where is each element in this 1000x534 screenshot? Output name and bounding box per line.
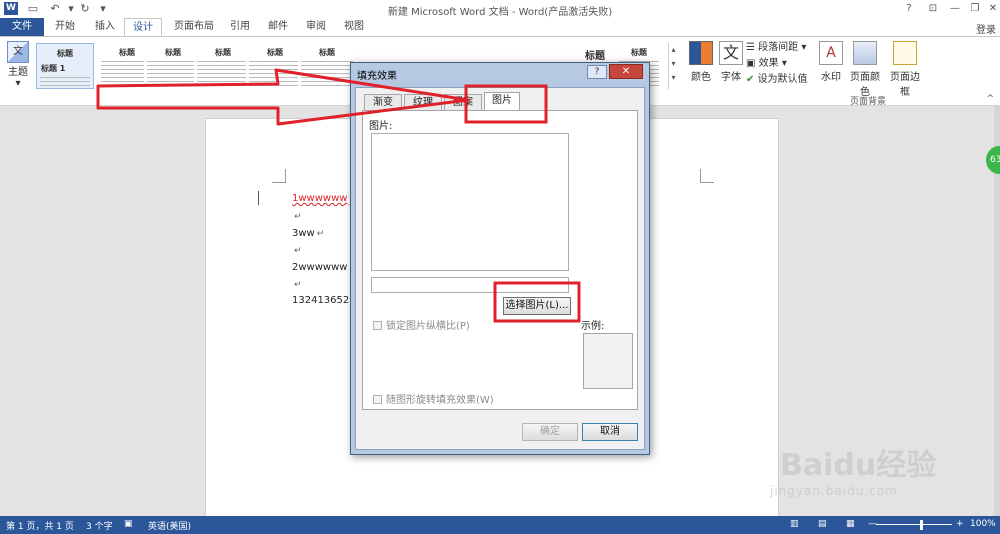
sample-preview: [583, 333, 633, 389]
tab-home[interactable]: 开始: [46, 18, 84, 36]
themes-button[interactable]: 文 主题 ▾: [4, 41, 32, 103]
tab-gradient[interactable]: 渐变: [364, 94, 402, 110]
style-set-thumbnail[interactable]: 标题: [298, 43, 356, 89]
colors-button[interactable]: 颜色: [684, 41, 718, 101]
style-set-thumbnail[interactable]: 标题: [246, 43, 304, 89]
sample-label: 示例:: [581, 321, 605, 332]
title-bar: W ▭ ↶ ▾ ↻ ▾ 新建 Microsoft Word 文档 - Word(…: [0, 0, 1000, 18]
tab-design[interactable]: 设计: [124, 18, 162, 36]
tab-page-layout[interactable]: 页面布局: [166, 18, 222, 36]
fill-effects-dialog: 填充效果 ? ✕ 渐变 纹理 图案 图片 图片: 选择图片(L)... 锁定图片…: [350, 62, 650, 455]
tab-texture[interactable]: 纹理: [404, 94, 442, 110]
zoom-in-button[interactable]: +: [956, 519, 964, 529]
tab-review[interactable]: 审阅: [298, 18, 334, 36]
print-layout-icon[interactable]: ▤: [818, 519, 827, 529]
dialog-body: 渐变 纹理 图案 图片 图片: 选择图片(L)... 锁定图片纵横比(P) 示例…: [355, 87, 645, 450]
document-line[interactable]: ↵: [292, 245, 302, 256]
document-line[interactable]: 1wwwwww↵: [292, 193, 357, 204]
zoom-level[interactable]: 100%: [970, 519, 996, 529]
watermark-icon: A: [819, 41, 843, 65]
status-bar: 第 1 页，共 1 页 3 个字 ▣ 英语(美国) ▥ ▤ ▦ — + 100%: [0, 516, 1000, 534]
word-count[interactable]: 3 个字: [86, 519, 113, 532]
document-line[interactable]: 3ww ↵: [292, 228, 324, 239]
picture-tab-panel: 图片: 选择图片(L)... 锁定图片纵横比(P) 示例: 随图形旋转填充效果(…: [362, 110, 638, 410]
style-set-thumbnail[interactable]: 标题 标题 1: [36, 43, 94, 89]
dialog-help-button[interactable]: ?: [587, 65, 607, 79]
zoom-slider[interactable]: [876, 524, 952, 525]
page-color-button[interactable]: 页面颜色: [846, 41, 884, 101]
language-indicator[interactable]: 英语(美国): [148, 519, 191, 532]
colors-icon: [689, 41, 713, 65]
watermark-button[interactable]: A 水印: [814, 41, 848, 101]
paragraph-spacing-icon: ☰: [746, 42, 759, 53]
set-as-default-button[interactable]: ✔ 设为默认值: [746, 73, 808, 87]
document-line[interactable]: 132413652↵: [292, 295, 359, 306]
tab-view[interactable]: 视图: [336, 18, 372, 36]
tab-insert[interactable]: 插入: [86, 18, 124, 36]
picture-preview: [371, 133, 569, 271]
tab-pattern[interactable]: 图案: [444, 94, 482, 110]
effects-icon: ▣: [746, 58, 759, 69]
rotate-with-shape-checkbox[interactable]: 随图形旋转填充效果(W): [373, 395, 494, 407]
page-borders-icon: [893, 41, 917, 65]
ok-button[interactable]: 确定: [522, 423, 578, 441]
minimize-button[interactable]: —: [944, 1, 966, 17]
read-mode-icon[interactable]: ▥: [790, 519, 799, 529]
sign-in-link[interactable]: 登录: [976, 21, 996, 36]
lock-aspect-ratio-checkbox[interactable]: 锁定图片纵横比(P): [373, 321, 470, 333]
document-line[interactable]: ↵: [292, 279, 302, 290]
dialog-title: 填充效果: [357, 71, 397, 82]
paragraph-spacing-button[interactable]: ☰ 段落间距 ▾: [746, 41, 806, 55]
chevron-down-icon: ▾: [15, 78, 21, 89]
crop-mark: [700, 169, 714, 183]
proofing-icon[interactable]: ▣: [124, 519, 133, 529]
cancel-button[interactable]: 取消: [582, 423, 638, 441]
ribbon-display-options-button[interactable]: ⊡: [922, 1, 944, 17]
tab-file[interactable]: 文件: [0, 18, 44, 36]
themes-label: 主题: [8, 67, 28, 78]
tab-picture[interactable]: 图片: [484, 92, 520, 111]
picture-name-field: [371, 277, 569, 293]
collapse-ribbon-icon[interactable]: ^: [986, 94, 994, 104]
crop-mark: [272, 169, 286, 183]
text-cursor: [258, 191, 259, 205]
checkbox-icon: [373, 395, 382, 404]
ribbon-tabs: 文件 开始 插入 设计 页面布局 引用 邮件 审阅 视图 登录: [0, 18, 1000, 36]
help-button[interactable]: ?: [898, 1, 920, 17]
page-borders-button[interactable]: 页面边框: [886, 41, 924, 101]
fonts-button[interactable]: 文 字体: [714, 41, 748, 101]
document-line[interactable]: 2wwwwww↵: [292, 262, 357, 273]
dialog-close-button[interactable]: ✕: [609, 64, 643, 79]
checkbox-icon: [373, 321, 382, 330]
close-button[interactable]: ✕: [982, 1, 1000, 17]
web-layout-icon[interactable]: ▦: [846, 519, 855, 529]
tab-mailings[interactable]: 邮件: [260, 18, 296, 36]
zoom-slider-thumb[interactable]: [920, 520, 923, 530]
picture-label: 图片:: [369, 121, 393, 132]
window-title: 新建 Microsoft Word 文档 - Word(产品激活失败): [387, 7, 613, 18]
tab-references[interactable]: 引用: [222, 18, 258, 36]
select-picture-button[interactable]: 选择图片(L)...: [503, 297, 571, 315]
style-set-thumbnail[interactable]: 标题: [194, 43, 252, 89]
page-color-icon: [853, 41, 877, 65]
effects-button[interactable]: ▣ 效果 ▾: [746, 57, 787, 71]
themes-icon: 文: [7, 41, 29, 63]
page-info[interactable]: 第 1 页，共 1 页: [6, 519, 74, 532]
document-line[interactable]: ↵: [292, 211, 302, 222]
checkmark-icon: ✔: [746, 74, 758, 85]
fonts-icon: 文: [719, 41, 743, 65]
style-gallery-scroll[interactable]: ▴ ▾ ▾: [668, 43, 678, 89]
